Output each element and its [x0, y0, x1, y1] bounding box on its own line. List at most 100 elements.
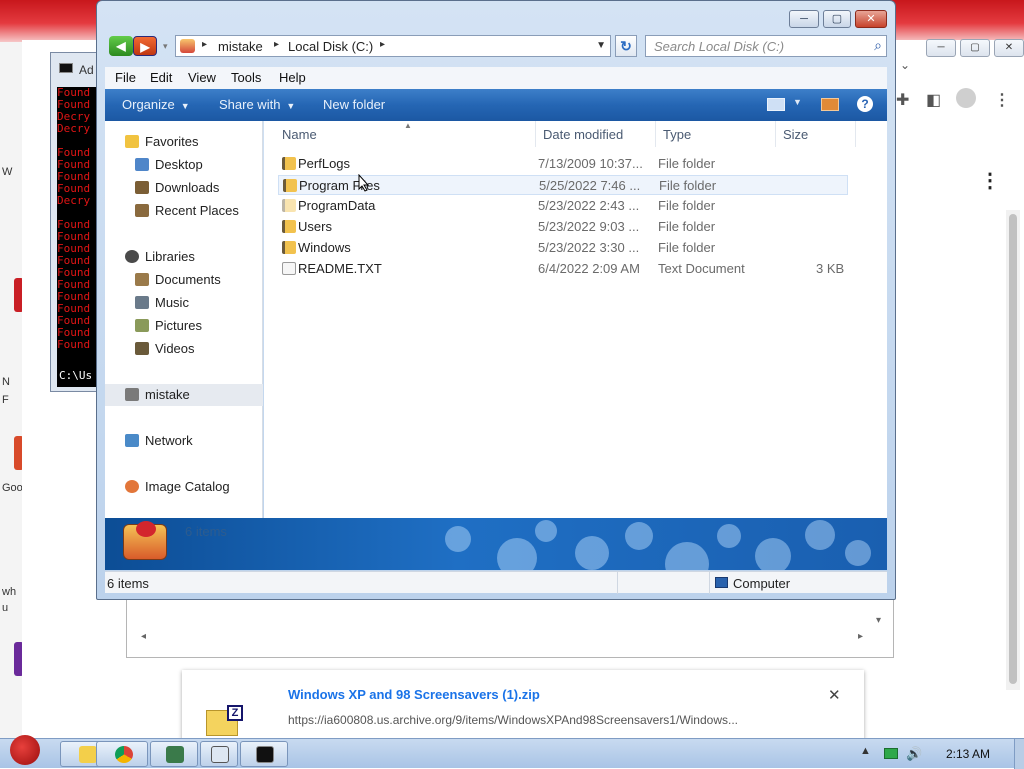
nav-documents[interactable]: Documents: [105, 269, 263, 291]
minimize-button[interactable]: ─: [926, 39, 956, 57]
search-input[interactable]: Search Local Disk (C:) ⌕: [645, 35, 887, 57]
organize-button[interactable]: Organize ▼: [122, 97, 190, 112]
image-catalog-icon: [125, 480, 139, 493]
documents-icon: [135, 273, 149, 286]
scrollbar-thumb[interactable]: [1009, 214, 1017, 684]
nav-videos[interactable]: Videos: [105, 338, 263, 360]
more-options-icon[interactable]: ⋮: [980, 168, 1000, 193]
column-header-size[interactable]: Size: [783, 127, 808, 142]
breadcrumb-separator-icon[interactable]: ▸: [202, 39, 207, 50]
nav-downloads[interactable]: Downloads: [105, 177, 263, 199]
clock[interactable]: 2:13 AM: [946, 747, 990, 761]
navigation-pane: Favorites Desktop Downloads Recent Place…: [105, 121, 263, 519]
file-row[interactable]: ProgramData 5/23/2022 2:43 ... File fold…: [278, 196, 848, 216]
file-date: 6/4/2022 2:09 AM: [538, 261, 640, 276]
taskbar-item-notepad[interactable]: [200, 741, 238, 767]
desktop-icon: [135, 158, 149, 171]
breadcrumb-item[interactable]: Local Disk (C:): [288, 39, 373, 54]
search-icon[interactable]: ⌕: [874, 37, 882, 54]
computer-icon: [125, 388, 139, 401]
forward-button[interactable]: ▶: [133, 36, 157, 56]
file-date: 5/25/2022 7:46 ...: [539, 178, 641, 193]
column-header-name[interactable]: Name: [282, 127, 317, 142]
download-notification: Z Windows XP and 98 Screensavers (1).zip…: [182, 670, 864, 740]
file-row[interactable]: README.TXT 6/4/2022 2:09 AM Text Documen…: [278, 259, 848, 279]
file-row[interactable]: PerfLogs 7/13/2009 10:37... File folder: [278, 154, 848, 174]
nav-image-catalog[interactable]: Image Catalog: [105, 476, 263, 498]
preview-pane-icon[interactable]: [821, 98, 839, 111]
network-tray-icon[interactable]: [884, 748, 898, 759]
menu-help[interactable]: Help: [279, 70, 306, 85]
taskbar-item-console[interactable]: [240, 741, 288, 767]
nav-libraries[interactable]: Libraries: [105, 246, 263, 268]
nav-recent-places[interactable]: Recent Places: [105, 200, 263, 222]
taskbar-item-chrome[interactable]: [96, 741, 148, 767]
new-folder-button[interactable]: New folder: [323, 97, 385, 112]
maximize-button[interactable]: ▢: [823, 10, 851, 28]
minimize-button[interactable]: ─: [789, 10, 819, 28]
embedded-frame: ◂ ▸ ▾: [126, 598, 894, 658]
scroll-down-icon[interactable]: ▾: [876, 615, 881, 626]
column-header-type[interactable]: Type: [663, 127, 691, 142]
chevron-down-icon[interactable]: ⌄: [900, 58, 910, 72]
nav-desktop[interactable]: Desktop: [105, 154, 263, 176]
help-icon[interactable]: ?: [857, 96, 873, 112]
address-bar[interactable]: ▸ mistake ▸ Local Disk (C:) ▸ ▼: [175, 35, 611, 57]
side-panel-icon[interactable]: ◧: [926, 90, 941, 110]
profile-avatar-icon[interactable]: [956, 88, 976, 108]
nav-music[interactable]: Music: [105, 292, 263, 314]
close-button[interactable]: ✕: [994, 39, 1024, 57]
nav-label: Desktop: [155, 157, 203, 172]
column-divider[interactable]: [655, 121, 656, 147]
nav-favorites[interactable]: Favorites: [105, 131, 263, 153]
change-view-icon[interactable]: [767, 98, 785, 111]
breadcrumb-item[interactable]: mistake: [218, 39, 263, 54]
download-filename-link[interactable]: Windows XP and 98 Screensavers (1).zip: [288, 687, 540, 702]
column-divider[interactable]: [775, 121, 776, 147]
nav-pictures[interactable]: Pictures: [105, 315, 263, 337]
decorative-bubble: [625, 522, 653, 550]
taskbar-item-computer[interactable]: [150, 741, 198, 767]
menu-file[interactable]: File: [115, 70, 136, 85]
close-button[interactable]: ✕: [855, 10, 887, 28]
nav-homegroup[interactable]: mistake: [105, 384, 263, 406]
file-name: ProgramData: [298, 198, 376, 213]
menu-edit[interactable]: Edit: [150, 70, 172, 85]
scroll-right-icon[interactable]: ▸: [858, 631, 863, 642]
breadcrumb-separator-icon[interactable]: ▸: [274, 39, 279, 50]
nav-label: Favorites: [145, 134, 199, 149]
search-placeholder: Search Local Disk (C:): [654, 39, 785, 54]
file-row[interactable]: Users 5/23/2022 9:03 ... File folder: [278, 217, 848, 237]
page-scrollbar[interactable]: [1006, 210, 1020, 690]
refresh-button[interactable]: ↻: [615, 35, 637, 57]
view-options-dropdown-icon[interactable]: ▼: [793, 97, 802, 107]
maximize-button[interactable]: ▢: [960, 39, 990, 57]
menu-tools[interactable]: Tools: [231, 70, 261, 85]
breadcrumb-separator-icon[interactable]: ▸: [380, 39, 385, 50]
extensions-icon[interactable]: ✚: [896, 90, 909, 110]
recent-pages-dropdown-icon[interactable]: ▾: [163, 41, 168, 52]
close-icon[interactable]: ✕: [828, 686, 841, 704]
column-header-date[interactable]: Date modified: [543, 127, 623, 142]
console-window[interactable]: Ad Found Found Decry Decry Found Found F…: [50, 52, 102, 392]
menu-view[interactable]: View: [188, 70, 216, 85]
file-type: File folder: [658, 240, 716, 255]
file-row[interactable]: Windows 5/23/2022 3:30 ... File folder: [278, 238, 848, 258]
folder-icon: [282, 220, 296, 233]
start-button[interactable]: [2, 733, 50, 769]
navigation-buttons: ◀ ▶: [109, 36, 161, 56]
nav-label: Pictures: [155, 318, 202, 333]
browser-menu-icon[interactable]: ⋮: [994, 90, 1010, 110]
share-with-button[interactable]: Share with ▼: [219, 97, 295, 112]
volume-icon[interactable]: 🔊: [906, 746, 922, 762]
column-divider[interactable]: [855, 121, 856, 147]
nav-network[interactable]: Network: [105, 430, 263, 452]
console-title: Ad: [79, 63, 94, 77]
address-dropdown-icon[interactable]: ▼: [596, 40, 606, 51]
scroll-left-icon[interactable]: ◂: [141, 631, 146, 642]
back-button[interactable]: ◀: [109, 36, 133, 56]
libraries-icon: [125, 250, 139, 263]
show-desktop-button[interactable]: [1014, 739, 1024, 769]
column-divider[interactable]: [535, 121, 536, 147]
show-hidden-icons[interactable]: ▲: [860, 745, 871, 757]
